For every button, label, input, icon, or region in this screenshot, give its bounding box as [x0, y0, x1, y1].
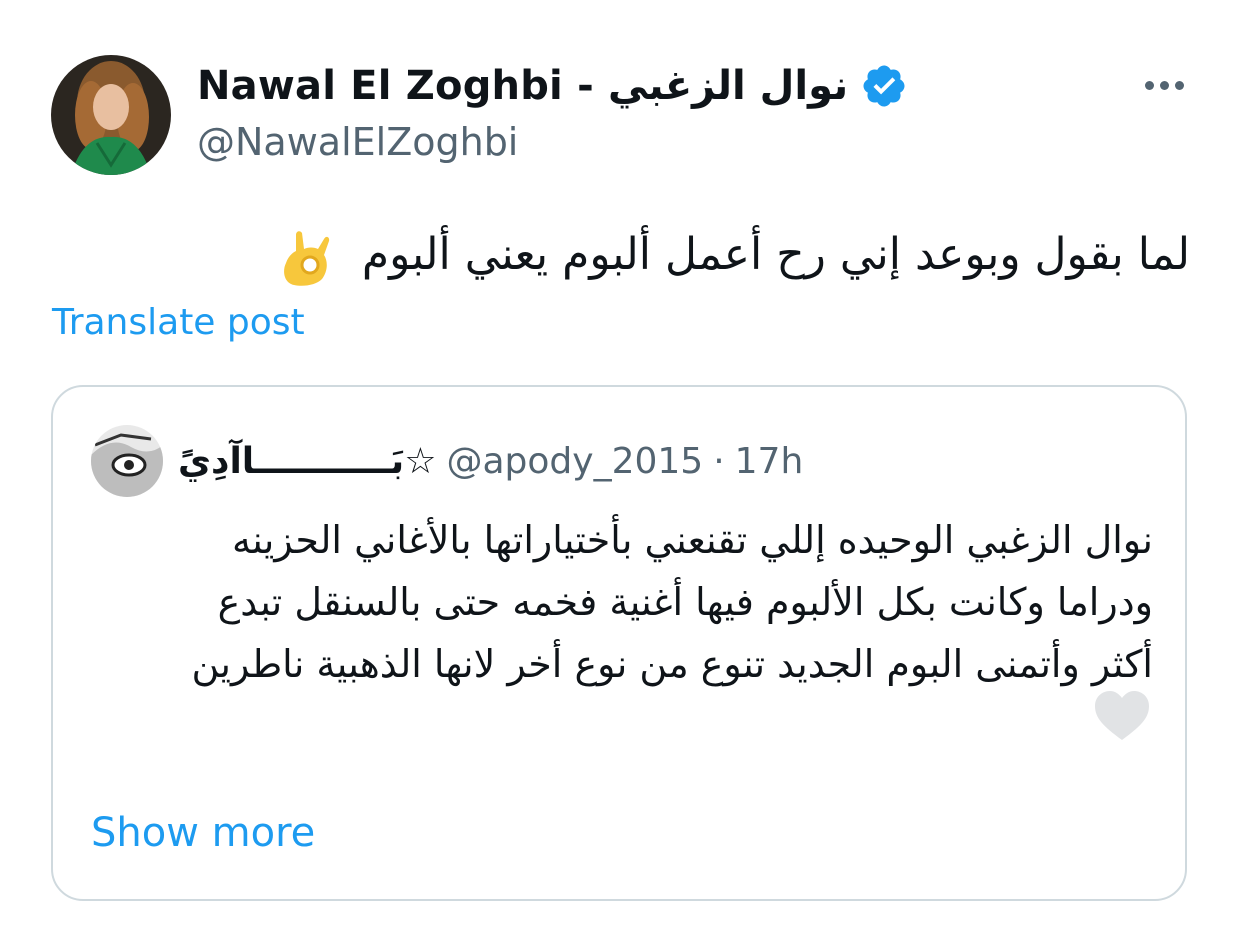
quoted-author-avatar[interactable] [91, 425, 163, 497]
tweet-text-container: لما بقول وبوعد إني رح أعمل ألبوم يعني أل… [260, 220, 1190, 290]
quoted-post-time[interactable]: 17h [735, 441, 804, 482]
heart-icon [1095, 691, 1149, 740]
tweet-text: لما بقول وبوعد إني رح أعمل ألبوم يعني أل… [361, 229, 1190, 280]
quoted-text-line: ودراما وكانت بكل الألبوم فيها أغنية فخمه… [217, 580, 1153, 624]
dot-icon [1159, 80, 1169, 90]
author-display-name[interactable]: Nawal El Zoghbi - نوال الزغبي [197, 63, 848, 109]
quoted-text-line: نوال الزغبي الوحيده إللي تقنعني بأختيارا… [231, 518, 1153, 562]
dot-icon [1174, 80, 1184, 90]
quoted-author-handle[interactable]: @apody_2015 [446, 441, 703, 482]
show-more-link[interactable]: Show more [91, 810, 315, 856]
more-options-button[interactable] [1134, 65, 1194, 105]
translate-post-link[interactable]: Translate post [52, 302, 305, 343]
quoted-post-card[interactable]: ☆بَـــــــــــاآدِيً @apody_2015 · 17h ن… [51, 385, 1187, 901]
quoted-text-line: أكثر وأتمنى البوم الجديد تنوع من نوع أخر… [191, 642, 1153, 686]
ok-hand-emoji-icon [283, 231, 330, 286]
meta-separator: · [713, 440, 725, 482]
quoted-post-text: نوال الزغبي الوحيده إللي تقنعني بأختيارا… [93, 509, 1153, 695]
verified-badge-icon[interactable] [860, 62, 908, 110]
dot-icon [1144, 80, 1154, 90]
author-handle[interactable]: @NawalElZoghbi [197, 120, 518, 164]
author-avatar[interactable] [51, 55, 171, 175]
quoted-author-name[interactable]: ☆بَـــــــــــاآدِيً [178, 441, 436, 482]
